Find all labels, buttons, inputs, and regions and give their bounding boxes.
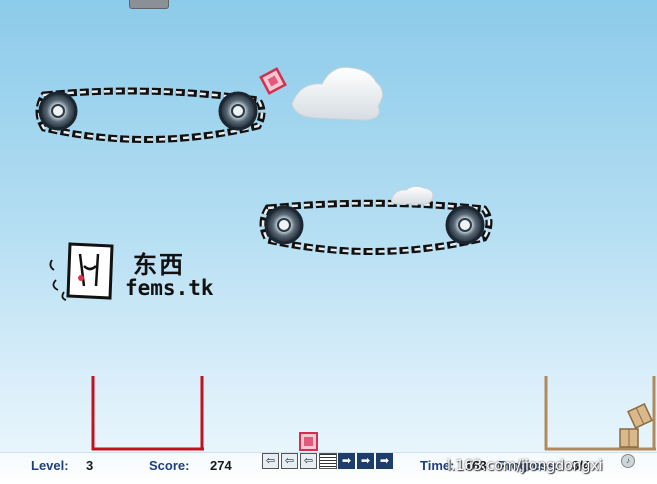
conveyor-belt-top-left xyxy=(35,87,266,144)
arrow-left-icon[interactable]: ⇦ xyxy=(281,453,298,469)
score-label: Score: xyxy=(149,458,190,473)
cardboard-box xyxy=(627,403,653,429)
sound-toggle-icon[interactable]: ♪ xyxy=(621,454,635,468)
logo-mascot-icon xyxy=(49,242,114,301)
top-dispenser xyxy=(129,0,169,9)
level-value: 3 xyxy=(86,458,94,473)
speed-neutral-icon[interactable] xyxy=(319,453,337,469)
arrow-left-icon[interactable]: ⇦ xyxy=(300,453,317,469)
arrow-left-icon[interactable]: ⇦ xyxy=(262,453,279,469)
score-value: 274 xyxy=(210,458,232,473)
cloud-small xyxy=(391,185,434,205)
box-on-ground xyxy=(299,432,318,451)
level-label: Level: xyxy=(31,458,69,473)
falling-box xyxy=(259,67,287,95)
red-bin xyxy=(91,376,204,451)
arrow-right-icon[interactable]: ➡ xyxy=(338,453,355,469)
conveyor-belt-middle-right xyxy=(259,199,493,256)
arrow-right-icon[interactable]: ➡ xyxy=(376,453,393,469)
credit-url: l.163.com/jiongdongxi xyxy=(447,458,603,474)
cardboard-box xyxy=(619,428,639,448)
cloud-large xyxy=(291,66,383,121)
watermark-chinese-text: 东西 xyxy=(133,251,185,279)
arrow-right-icon[interactable]: ➡ xyxy=(357,453,374,469)
watermark-domain-text: fems.tk xyxy=(125,276,214,300)
